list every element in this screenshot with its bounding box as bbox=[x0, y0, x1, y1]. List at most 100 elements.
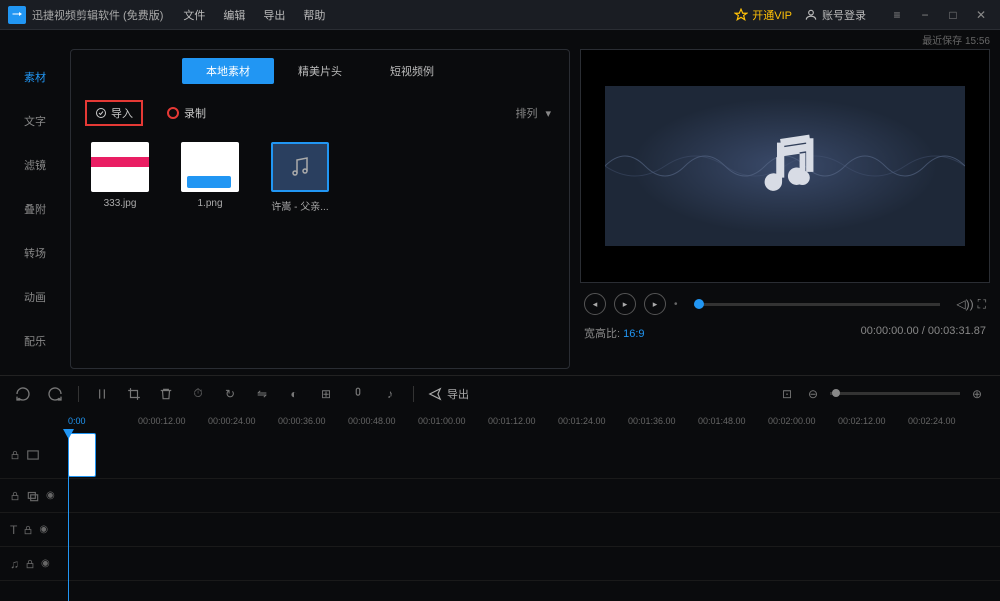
sidebar-item-filter[interactable]: 滤镜 bbox=[0, 143, 70, 187]
maximize-button[interactable]: □ bbox=[942, 4, 964, 26]
ruler-mark-2: 00:00:24.00 bbox=[208, 416, 256, 426]
tab-local-media[interactable]: 本地素材 bbox=[182, 58, 274, 84]
fit-button[interactable]: ⊡ bbox=[778, 385, 796, 403]
lock-icon[interactable] bbox=[25, 559, 35, 569]
media-panel: 本地素材 精美片头 短视频例 导入 录制 排列 ▾ 333.jpg bbox=[70, 49, 570, 369]
text-track-icon: T bbox=[10, 523, 17, 537]
track-content-overlay[interactable] bbox=[68, 479, 1000, 512]
vip-button[interactable]: 开通VIP bbox=[734, 7, 792, 23]
menu-edit[interactable]: 编辑 bbox=[223, 7, 245, 23]
crop-button[interactable] bbox=[125, 385, 143, 403]
record-label: 录制 bbox=[184, 105, 206, 121]
login-label: 账号登录 bbox=[822, 7, 866, 23]
ruler-mark-11: 00:02:12.00 bbox=[838, 416, 886, 426]
track-video[interactable] bbox=[0, 431, 1000, 479]
zoom-handle[interactable] bbox=[832, 389, 840, 397]
track-header-video bbox=[0, 448, 68, 462]
window-controls: ≡ − □ ✕ bbox=[886, 4, 992, 26]
login-button[interactable]: 账号登录 bbox=[804, 7, 866, 23]
lock-icon[interactable] bbox=[23, 525, 33, 535]
settings-icon[interactable]: ≡ bbox=[886, 4, 908, 26]
sidebar-item-text[interactable]: 文字 bbox=[0, 99, 70, 143]
zoom-controls: ⊡ ⊖ ⊕ bbox=[778, 385, 986, 403]
tab-short-video[interactable]: 短视频例 bbox=[366, 58, 458, 84]
audio-track-icon: ♫ bbox=[10, 557, 19, 571]
delete-button[interactable] bbox=[157, 385, 175, 403]
media-toolbar: 导入 录制 排列 ▾ bbox=[71, 92, 569, 134]
media-item-3[interactable]: 许嵩 - 父亲... bbox=[269, 142, 331, 213]
track-content-text[interactable] bbox=[68, 513, 1000, 546]
close-button[interactable]: ✕ bbox=[970, 4, 992, 26]
mirror-button[interactable]: ⇋ bbox=[253, 385, 271, 403]
tab-intros[interactable]: 精美片头 bbox=[274, 58, 366, 84]
export-icon bbox=[428, 387, 442, 401]
play-button[interactable]: ▸ bbox=[614, 293, 636, 315]
prev-frame-button[interactable]: ◂ bbox=[584, 293, 606, 315]
import-icon bbox=[95, 107, 107, 119]
app-title: 迅捷视频剪辑软件 (免费版) bbox=[32, 7, 163, 23]
track-content-video[interactable] bbox=[68, 431, 1000, 478]
export-button[interactable]: 导出 bbox=[428, 386, 469, 402]
track-audio[interactable]: ♫ ◉ bbox=[0, 547, 1000, 581]
sidebar-item-overlay[interactable]: 叠附 bbox=[0, 187, 70, 231]
visibility-icon[interactable]: ◉ bbox=[46, 490, 55, 501]
fullscreen-icon[interactable]: ⛶ bbox=[978, 297, 986, 312]
import-button[interactable]: 导入 bbox=[85, 100, 143, 126]
zoom-out-button[interactable]: ⊖ bbox=[804, 385, 822, 403]
record-icon bbox=[167, 107, 179, 119]
progress-bar[interactable] bbox=[694, 303, 941, 306]
tool-8[interactable]: ⊞ bbox=[317, 385, 335, 403]
minimize-button[interactable]: − bbox=[914, 4, 936, 26]
sidebar-item-media[interactable]: 素材 bbox=[0, 55, 70, 99]
media-thumb-1 bbox=[91, 142, 149, 192]
sidebar-item-music[interactable]: 配乐 bbox=[0, 319, 70, 363]
media-item-1[interactable]: 333.jpg bbox=[89, 142, 151, 213]
chevron-down-icon: ▾ bbox=[545, 107, 551, 120]
ruler-mark-12: 00:02:24.00 bbox=[908, 416, 956, 426]
track-header-text: T ◉ bbox=[0, 523, 68, 537]
record-button[interactable]: 录制 bbox=[167, 105, 206, 121]
lock-icon[interactable] bbox=[10, 450, 20, 460]
ruler-mark-1: 00:00:12.00 bbox=[138, 416, 186, 426]
playhead[interactable] bbox=[68, 431, 69, 601]
speed-button[interactable]: ⏱ bbox=[189, 385, 207, 403]
video-clip-1[interactable] bbox=[68, 433, 96, 477]
preview-waveform bbox=[605, 86, 965, 246]
timeline-ruler[interactable]: 0:00 00:00:12.00 00:00:24.00 00:00:36.00… bbox=[0, 411, 1000, 431]
ruler-mark-4: 00:00:48.00 bbox=[348, 416, 396, 426]
vip-label: 开通VIP bbox=[752, 7, 792, 23]
tool-10[interactable]: ♪ bbox=[381, 385, 399, 403]
redo-button[interactable] bbox=[46, 385, 64, 403]
progress-handle[interactable] bbox=[694, 299, 704, 309]
sidebar-item-animation[interactable]: 动画 bbox=[0, 275, 70, 319]
track-text[interactable]: T ◉ bbox=[0, 513, 1000, 547]
tool-7[interactable]: ◐ bbox=[285, 385, 303, 403]
media-item-2[interactable]: 1.png bbox=[179, 142, 241, 213]
track-overlay[interactable]: ◉ bbox=[0, 479, 1000, 513]
ruler-mark-6: 00:01:12.00 bbox=[488, 416, 536, 426]
music-icon bbox=[288, 155, 312, 179]
rotate-button[interactable]: ↻ bbox=[221, 385, 239, 403]
lock-icon[interactable] bbox=[10, 491, 20, 501]
zoom-slider[interactable] bbox=[830, 392, 960, 395]
separator bbox=[78, 386, 79, 402]
visibility-icon[interactable]: ◉ bbox=[39, 524, 48, 535]
volume-icon[interactable]: ◁)) bbox=[956, 297, 973, 312]
sidebar-item-transition[interactable]: 转场 bbox=[0, 231, 70, 275]
ruler-mark-7: 00:01:24.00 bbox=[558, 416, 606, 426]
aspect-value[interactable]: 16:9 bbox=[623, 328, 644, 340]
sort-dropdown[interactable]: 排列 ▾ bbox=[515, 105, 555, 121]
split-button[interactable] bbox=[93, 385, 111, 403]
menu-export[interactable]: 导出 bbox=[263, 7, 285, 23]
undo-button[interactable] bbox=[14, 385, 32, 403]
zoom-in-button[interactable]: ⊕ bbox=[968, 385, 986, 403]
next-frame-button[interactable]: ▸ bbox=[644, 293, 666, 315]
timeline-toolbar: ⏱ ↻ ⇋ ◐ ⊞ ♪ 导出 ⊡ ⊖ ⊕ bbox=[0, 375, 1000, 411]
visibility-icon[interactable]: ◉ bbox=[41, 558, 50, 569]
track-content-audio[interactable] bbox=[68, 547, 1000, 580]
audio-button[interactable] bbox=[349, 385, 367, 403]
ruler-mark-0: 0:00 bbox=[68, 416, 86, 426]
menu-help[interactable]: 帮助 bbox=[303, 7, 325, 23]
preview-info: 宽高比: 16:9 00:00:00.00 / 00:03:31.87 bbox=[580, 325, 990, 341]
menu-file[interactable]: 文件 bbox=[183, 7, 205, 23]
